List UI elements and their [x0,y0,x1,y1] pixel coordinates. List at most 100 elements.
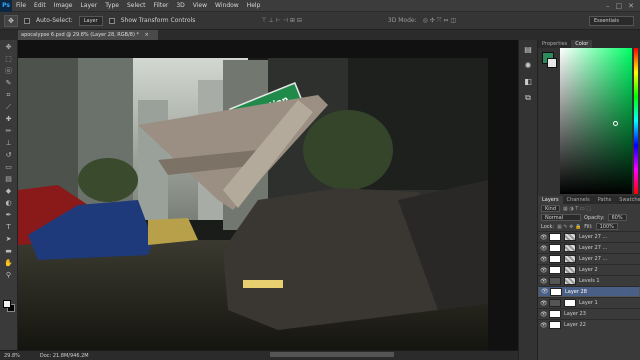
color-picker-field[interactable] [560,48,632,194]
menu-help[interactable]: Help [243,2,265,9]
layer-mask-thumbnail[interactable] [564,255,576,263]
menu-image[interactable]: Image [50,2,77,9]
filter-icons[interactable]: ▦ ◑ T ▭ ⬚ [563,206,591,212]
tab-properties[interactable]: Properties [538,40,571,48]
layer-row[interactable]: 👁 Layer 27 ... [538,242,640,253]
marquee-icon[interactable]: ⬚ [2,54,16,64]
fill-field[interactable]: 100% [595,223,618,230]
visibility-eye-icon[interactable]: 👁 [540,278,548,285]
auto-select-dropdown[interactable]: Layer [78,15,103,26]
move-tool-icon[interactable]: ✥ [4,14,18,27]
menu-filter[interactable]: Filter [150,2,173,9]
canvas-area[interactable]: Christian [18,40,518,350]
layer-row[interactable]: 👁 Layer 2 [538,264,640,275]
horizontal-scrollbar[interactable] [270,352,394,357]
menu-layer[interactable]: Layer [76,2,101,9]
menu-edit[interactable]: Edit [30,2,50,9]
tab-close-icon[interactable]: × [145,32,149,38]
kind-filter-dropdown[interactable]: Kind [541,205,561,212]
layer-thumbnail [549,266,561,274]
layer-row[interactable]: 👁 Layer 27 ... [538,253,640,264]
menu-3d[interactable]: 3D [172,2,188,9]
tab-swatches[interactable]: Swatches [615,196,640,204]
maximize-icon[interactable]: □ [616,2,623,10]
menu-view[interactable]: View [189,2,211,9]
background-color-well[interactable] [547,58,557,68]
hue-slider[interactable] [634,48,638,194]
history-panel-icon[interactable]: ▤ [522,44,534,56]
layer-row[interactable]: 👁 Layer 23 [538,308,640,319]
auto-select-checkbox[interactable] [24,17,30,24]
visibility-eye-icon[interactable]: 👁 [540,245,548,252]
layer-mask-thumbnail[interactable] [564,277,576,285]
layer-thumbnail [550,287,562,296]
visibility-eye-icon[interactable]: 👁 [540,234,548,241]
layer-row[interactable]: 👁 Layer 27 ... [538,231,640,242]
layer-row-selected[interactable]: 👁 Layer 28 [538,286,640,297]
layer-row[interactable]: 👁 Layer 1 [538,297,640,308]
close-icon[interactable]: ✕ [628,2,634,10]
blur-icon[interactable]: ◆ [2,186,16,196]
visibility-eye-icon[interactable]: 👁 [541,288,549,295]
healing-icon[interactable]: ✚ [2,114,16,124]
visibility-eye-icon[interactable]: 👁 [540,322,548,329]
hand-icon[interactable]: ✋ [2,258,16,268]
layer-mask-thumbnail[interactable] [564,244,576,252]
visibility-eye-icon[interactable]: 👁 [540,267,548,274]
opacity-field[interactable]: 60% [607,214,627,221]
lock-icons[interactable]: ▦ ✎ ✥ 🔒 [557,224,581,230]
move-icon[interactable]: ✥ [2,42,16,52]
zoom-icon[interactable]: ⚲ [2,270,16,280]
history-brush-icon[interactable]: ↺ [2,150,16,160]
layer-row[interactable]: 👁 Layer 22 [538,319,640,330]
menu-type[interactable]: Type [101,2,123,9]
visibility-eye-icon[interactable]: 👁 [540,311,548,318]
menu-select[interactable]: Select [123,2,150,9]
gradient-icon[interactable]: ▤ [2,174,16,184]
lasso-icon[interactable]: ⓞ [2,66,16,76]
document-tab[interactable]: apocalypse 6.psd @ 29.8% (Layer 28, RGB/… [18,30,158,40]
visibility-eye-icon[interactable]: 👁 [540,300,548,307]
menu-file[interactable]: File [12,2,30,9]
tab-channels[interactable]: Channels [563,196,594,204]
menu-window[interactable]: Window [211,2,243,9]
stamp-icon[interactable]: ⊥ [2,138,16,148]
zoom-level[interactable]: 29.8% [4,353,20,359]
foreground-color-swatch[interactable] [3,300,11,308]
tab-paths[interactable]: Paths [594,196,616,204]
type-icon[interactable]: T [2,222,16,232]
3d-mode-icons[interactable]: ◎ ✣ ⤧ ⇔ ◫ [423,17,456,25]
dodge-icon[interactable]: ◐ [2,198,16,208]
color-picker-cursor[interactable] [613,121,618,126]
minimize-icon[interactable]: – [606,2,610,10]
tab-color[interactable]: Color [571,40,593,48]
character-panel-icon[interactable]: ⧉ [522,92,534,104]
shape-icon[interactable]: ▬ [2,246,16,256]
right-panels: Properties Color Layers Channels Paths S… [538,40,640,360]
layer-mask-thumbnail[interactable] [564,299,576,307]
eyedropper-icon[interactable]: ⟋ [2,102,16,112]
visibility-eye-icon[interactable]: 👁 [540,256,548,263]
adjust-panel-icon[interactable]: ◧ [522,76,534,88]
show-transform-checkbox[interactable] [108,17,115,24]
layer-mask-thumbnail[interactable] [564,233,576,241]
quick-select-icon[interactable]: ✎ [2,78,16,88]
blend-mode-dropdown[interactable]: Normal [541,214,581,221]
tab-layers[interactable]: Layers [538,196,563,204]
apocalypse-artwork[interactable]: Christian [18,40,518,350]
align-icons[interactable]: ⊤ ⊥ ⊢ ⊣ ⊞ ⊟ [261,17,302,24]
pen-icon[interactable]: ✒ [2,210,16,220]
brush-icon[interactable]: ✏ [2,126,16,136]
photoshop-logo: Ps [0,0,12,12]
eraser-icon[interactable]: ▭ [2,162,16,172]
layer-row[interactable]: 👁 Levels 1 [538,275,640,286]
document-size[interactable]: Doc: 21.8M/946.2M [40,353,89,359]
status-bar: 29.8% Doc: 21.8M/946.2M [0,350,518,360]
path-select-icon[interactable]: ➤ [2,234,16,244]
layer-mask-thumbnail[interactable] [564,266,576,274]
brush-panel-icon[interactable]: ✺ [522,60,534,72]
crop-icon[interactable]: ⌗ [2,90,16,100]
tools-panel: ✥ ⬚ ⓞ ✎ ⌗ ⟋ ✚ ✏ ⊥ ↺ ▭ ▤ ◆ ◐ ✒ T ➤ ▬ ✋ ⚲ [0,40,18,350]
layer-thumbnail [549,233,561,241]
workspace-dropdown[interactable]: Essentials [588,15,634,26]
